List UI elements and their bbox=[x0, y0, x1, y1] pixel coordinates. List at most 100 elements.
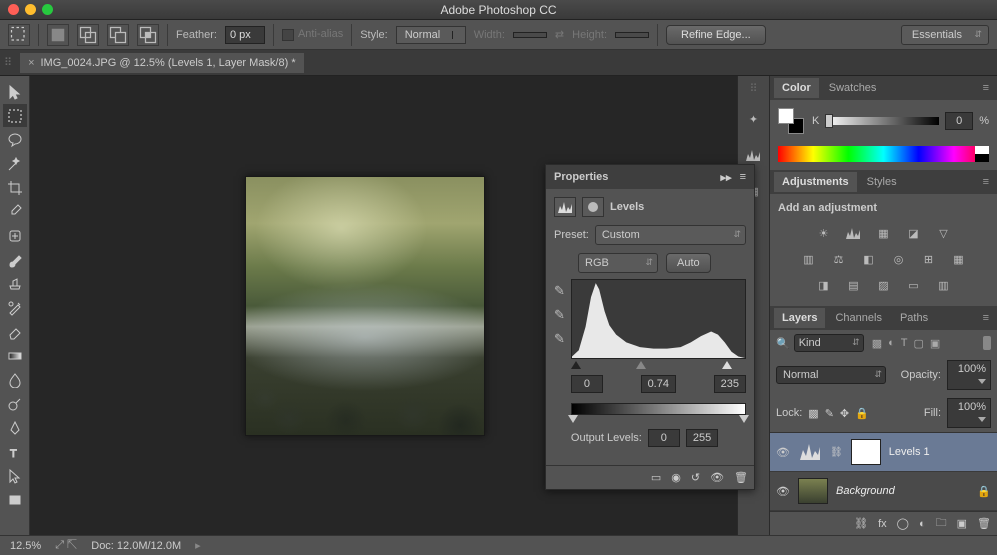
invert-icon[interactable]: ◨ bbox=[814, 276, 834, 294]
zoom-window-button[interactable] bbox=[42, 4, 53, 15]
new-group-icon[interactable]: 🗀 bbox=[936, 514, 947, 533]
input-black-value[interactable]: 0 bbox=[571, 375, 603, 393]
layer-mask-thumb[interactable] bbox=[851, 439, 881, 465]
canvas-area[interactable]: Properties ▸▸≡ Levels Preset: Custom RGB… bbox=[30, 76, 737, 535]
pen-tool[interactable] bbox=[3, 416, 27, 439]
output-white-slider[interactable] bbox=[739, 415, 749, 423]
status-more-icon[interactable]: ▸ bbox=[195, 539, 201, 552]
white-point-eyedropper[interactable]: ✎ bbox=[554, 331, 565, 347]
visibility-toggle[interactable]: 👁 bbox=[776, 446, 790, 459]
view-previous-icon[interactable]: ◉ bbox=[671, 471, 681, 484]
filter-adjustment-icon[interactable]: ◐ bbox=[888, 337, 895, 350]
refine-edge-button[interactable]: Refine Edge... bbox=[666, 25, 766, 45]
doc-size[interactable]: Doc: 12.0M/12.0M bbox=[91, 540, 181, 552]
channel-dropdown[interactable]: RGB bbox=[578, 253, 658, 273]
intersect-selection-icon[interactable] bbox=[137, 24, 159, 46]
posterize-icon[interactable]: ▤ bbox=[844, 276, 864, 294]
input-black-slider[interactable] bbox=[571, 361, 581, 369]
threshold-icon[interactable]: ▨ bbox=[874, 276, 894, 294]
add-selection-icon[interactable] bbox=[77, 24, 99, 46]
opacity-value[interactable]: 100% bbox=[947, 360, 991, 390]
tab-paths[interactable]: Paths bbox=[892, 308, 936, 328]
tab-adjustments[interactable]: Adjustments bbox=[774, 172, 857, 192]
k-value[interactable]: 0 bbox=[945, 112, 973, 130]
dodge-tool[interactable] bbox=[3, 392, 27, 415]
navigator-icon[interactable]: ✦ bbox=[742, 107, 766, 131]
clip-to-layer-icon[interactable]: ▭ bbox=[651, 471, 661, 484]
new-layer-icon[interactable]: ▣ bbox=[957, 517, 967, 530]
layer-row-levels[interactable]: 👁 ⛓ Levels 1 bbox=[770, 433, 997, 472]
input-slider[interactable] bbox=[571, 361, 746, 371]
k-slider-handle[interactable] bbox=[825, 114, 833, 128]
blend-mode-dropdown[interactable]: Normal bbox=[776, 366, 886, 384]
brightness-contrast-icon[interactable]: ☀ bbox=[814, 224, 834, 242]
minimize-window-button[interactable] bbox=[25, 4, 36, 15]
style-dropdown[interactable]: Normal bbox=[396, 26, 466, 44]
photo-filter-icon[interactable]: ◎ bbox=[889, 250, 909, 268]
visibility-toggle[interactable]: 👁 bbox=[776, 485, 790, 498]
workspace-switcher[interactable]: Essentials bbox=[901, 25, 989, 45]
layer-name[interactable]: Background bbox=[836, 485, 895, 497]
clone-stamp-tool[interactable] bbox=[3, 272, 27, 295]
fill-value[interactable]: 100% bbox=[947, 398, 991, 428]
document-image[interactable] bbox=[245, 176, 485, 436]
rectangle-tool[interactable] bbox=[3, 488, 27, 511]
auto-button[interactable]: Auto bbox=[666, 253, 711, 273]
move-tool[interactable] bbox=[3, 80, 27, 103]
filter-smart-icon[interactable]: ▣ bbox=[930, 337, 940, 350]
tab-color[interactable]: Color bbox=[774, 78, 819, 98]
collapse-icon[interactable]: ▸▸ bbox=[721, 171, 732, 184]
output-black-value[interactable]: 0 bbox=[648, 429, 680, 447]
blur-tool[interactable] bbox=[3, 368, 27, 391]
channel-mixer-icon[interactable]: ⊞ bbox=[919, 250, 939, 268]
k-slider-track[interactable] bbox=[825, 117, 939, 125]
crop-tool[interactable] bbox=[3, 176, 27, 199]
output-white-value[interactable]: 255 bbox=[686, 429, 718, 447]
layer-name[interactable]: Levels 1 bbox=[889, 446, 930, 458]
layer-row-background[interactable]: 👁 Background 🔒 bbox=[770, 472, 997, 511]
filter-pixel-icon[interactable]: ▩ bbox=[872, 337, 882, 350]
zoom-level[interactable]: 12.5% bbox=[10, 540, 41, 552]
gray-point-eyedropper[interactable]: ✎ bbox=[554, 307, 565, 323]
tab-layers[interactable]: Layers bbox=[774, 308, 825, 328]
output-gradient[interactable] bbox=[571, 403, 746, 415]
color-panel-menu-icon[interactable]: ≡ bbox=[979, 82, 993, 94]
background-lock-icon[interactable]: 🔒 bbox=[977, 485, 991, 498]
layer-thumb[interactable] bbox=[798, 478, 828, 504]
lock-transparency-icon[interactable]: ▩ bbox=[808, 407, 818, 420]
lock-all-icon[interactable]: 🔒 bbox=[855, 407, 869, 420]
link-layers-icon[interactable]: ⛓ bbox=[854, 517, 868, 530]
input-white-slider[interactable] bbox=[722, 361, 732, 369]
anti-alias-checkbox[interactable]: Anti-alias bbox=[282, 28, 343, 40]
vibrance-icon[interactable]: ▽ bbox=[934, 224, 954, 242]
tab-styles[interactable]: Styles bbox=[859, 172, 905, 192]
delete-adjustment-icon[interactable]: 🗑 bbox=[734, 471, 748, 484]
new-fill-adjustment-icon[interactable]: ◐ bbox=[919, 518, 926, 530]
healing-brush-tool[interactable] bbox=[3, 224, 27, 247]
subtract-selection-icon[interactable] bbox=[107, 24, 129, 46]
input-gamma-value[interactable]: 0.74 bbox=[641, 375, 676, 393]
gradient-map-icon[interactable]: ▭ bbox=[904, 276, 924, 294]
color-balance-icon[interactable]: ⚖ bbox=[829, 250, 849, 268]
input-white-value[interactable]: 235 bbox=[714, 375, 746, 393]
selective-color-icon[interactable]: ▥ bbox=[934, 276, 954, 294]
lock-position-icon[interactable]: ✥ bbox=[840, 407, 849, 420]
filter-toggle[interactable] bbox=[983, 336, 991, 350]
filter-type-icon[interactable]: T bbox=[901, 337, 908, 350]
path-selection-tool[interactable] bbox=[3, 464, 27, 487]
tab-channels[interactable]: Channels bbox=[827, 308, 889, 328]
exposure-icon[interactable]: ◪ bbox=[904, 224, 924, 242]
eyedropper-tool[interactable] bbox=[3, 200, 27, 223]
layers-panel-menu-icon[interactable]: ≡ bbox=[979, 312, 993, 324]
magic-wand-tool[interactable] bbox=[3, 152, 27, 175]
delete-layer-icon[interactable]: 🗑 bbox=[977, 517, 991, 530]
filter-shape-icon[interactable]: ▢ bbox=[914, 337, 924, 350]
marquee-tool[interactable] bbox=[3, 104, 27, 127]
color-lookup-icon[interactable]: ▦ bbox=[949, 250, 969, 268]
properties-header[interactable]: Properties ▸▸≡ bbox=[546, 165, 754, 189]
new-selection-icon[interactable] bbox=[47, 24, 69, 46]
eraser-tool[interactable] bbox=[3, 320, 27, 343]
brush-tool[interactable] bbox=[3, 248, 27, 271]
layer-style-icon[interactable]: fx bbox=[878, 518, 887, 530]
preset-dropdown[interactable]: Custom bbox=[595, 225, 746, 245]
